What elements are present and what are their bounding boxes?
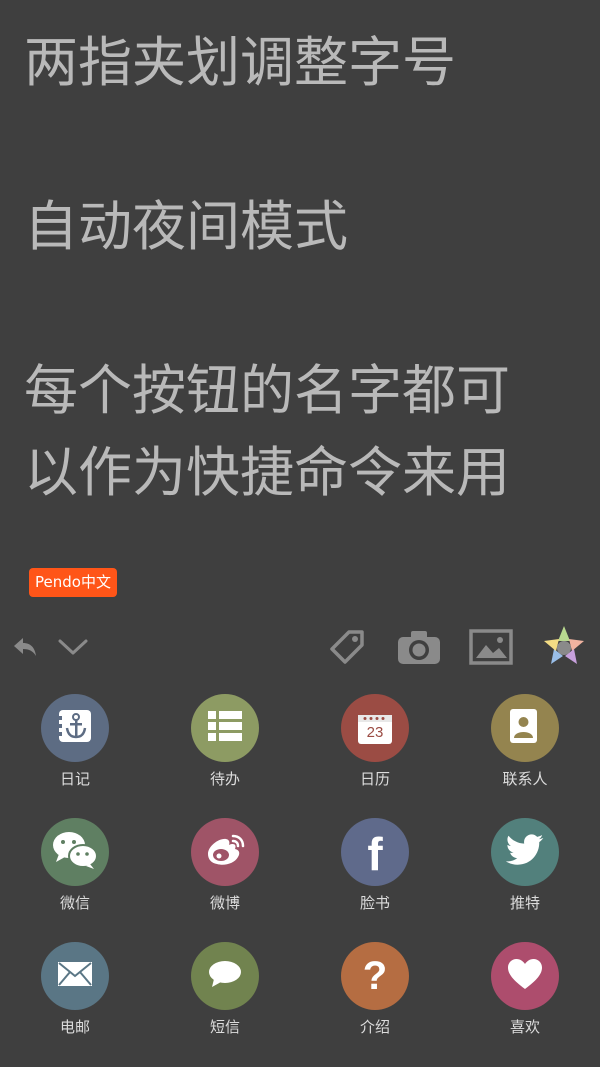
- note-line: 以作为快捷命令来用: [24, 441, 510, 504]
- circle-bg: ?: [341, 942, 409, 1010]
- circle-bg: [491, 942, 559, 1010]
- note-line: 自动夜间模式: [24, 195, 348, 258]
- pendo-badge[interactable]: Pendo中文: [29, 568, 117, 597]
- action-label: 短信: [209, 1018, 240, 1036]
- action-label: 待办: [209, 770, 240, 788]
- circle-bg: [41, 818, 109, 886]
- toolbar: [0, 620, 600, 676]
- action-label: 日记: [59, 770, 90, 788]
- star-palette-icon[interactable]: [540, 624, 588, 670]
- action-label: 推特: [509, 894, 540, 912]
- note-line: 两指夹划调整字号: [24, 31, 456, 94]
- action-label: 微信: [59, 894, 90, 912]
- facebook-icon: f: [367, 828, 383, 880]
- action-label: 喜欢: [509, 1018, 540, 1036]
- action-calendar-button[interactable]: 23 日历: [300, 694, 450, 804]
- message-icon: [208, 960, 242, 992]
- circle-bg: f: [341, 818, 409, 886]
- contact-card-icon: [509, 708, 541, 748]
- action-label: 电邮: [59, 1018, 90, 1036]
- anchor-icon: [57, 708, 93, 748]
- heart-icon: [507, 958, 543, 994]
- circle-bg: 23: [341, 694, 409, 762]
- undo-icon[interactable]: [8, 624, 42, 670]
- question-icon: ?: [362, 954, 388, 998]
- circle-bg: [41, 942, 109, 1010]
- action-todo-button[interactable]: 待办: [150, 694, 300, 804]
- action-contacts-button[interactable]: 联系人: [450, 694, 600, 804]
- action-label: 脸书: [359, 894, 390, 912]
- calendar-date-text: 23: [366, 724, 384, 741]
- tag-icon[interactable]: [326, 624, 368, 670]
- action-label: 联系人: [502, 770, 548, 788]
- wechat-icon: [52, 831, 98, 873]
- action-email-button[interactable]: 电邮: [0, 942, 150, 1052]
- action-label: 日历: [359, 770, 390, 788]
- action-weibo-button[interactable]: 微博: [150, 818, 300, 928]
- action-like-button[interactable]: 喜欢: [450, 942, 600, 1052]
- circle-bg: [191, 818, 259, 886]
- action-label: 微博: [209, 894, 240, 912]
- circle-bg: [491, 818, 559, 886]
- action-facebook-button[interactable]: f 脸书: [300, 818, 450, 928]
- camera-icon[interactable]: [396, 624, 442, 670]
- action-diary-button[interactable]: 日记: [0, 694, 150, 804]
- circle-bg: [191, 694, 259, 762]
- circle-bg: [41, 694, 109, 762]
- action-label: 介绍: [359, 1018, 390, 1036]
- list-icon: [208, 711, 242, 745]
- action-wechat-button[interactable]: 微信: [0, 818, 150, 928]
- mail-icon: [57, 961, 93, 991]
- twitter-icon: [505, 834, 544, 870]
- action-twitter-button[interactable]: 推特: [450, 818, 600, 928]
- calendar-icon: 23: [357, 711, 393, 745]
- circle-bg: [491, 694, 559, 762]
- weibo-icon: [204, 833, 246, 871]
- action-sms-button[interactable]: 短信: [150, 942, 300, 1052]
- note-line: 每个按钮的名字都可: [24, 359, 510, 422]
- circle-bg: [191, 942, 259, 1010]
- action-intro-button[interactable]: ? 介绍: [300, 942, 450, 1052]
- chevron-down-icon[interactable]: [54, 624, 92, 670]
- note-editor[interactable]: 两指夹划调整字号 自动夜间模式 每个按钮的名字都可 以作为快捷命令来用: [24, 22, 584, 514]
- image-icon[interactable]: [468, 624, 514, 670]
